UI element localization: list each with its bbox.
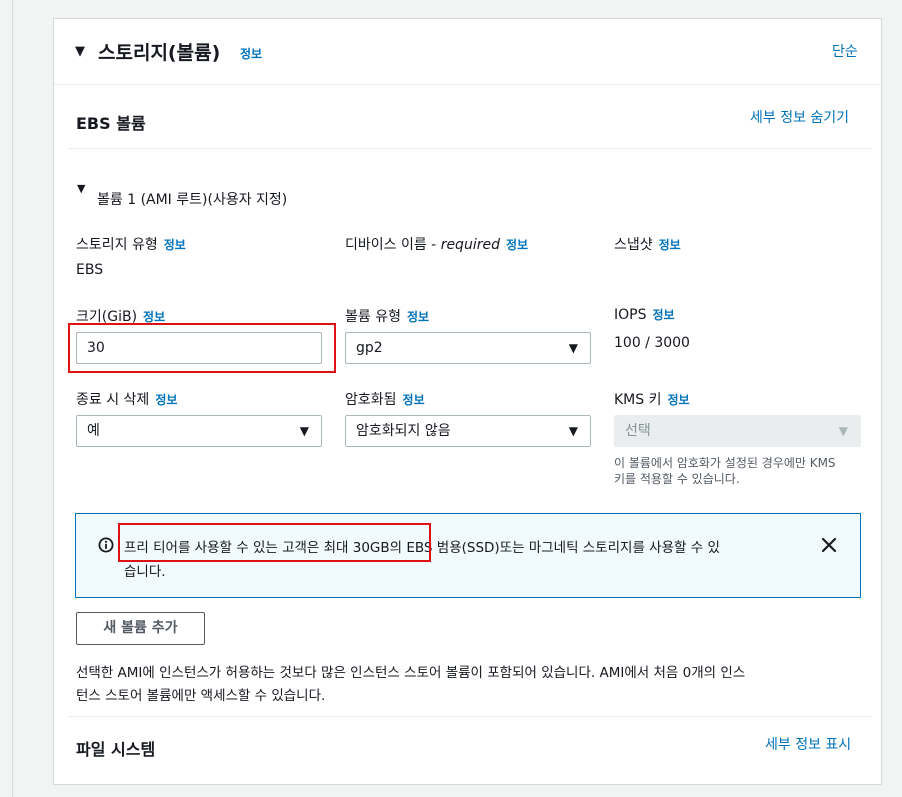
encrypted-label: 암호화됨 정보 (345, 392, 425, 408)
alert-text-line2: 습니다. (124, 564, 166, 580)
kms-key-info-link[interactable]: 정보 (667, 393, 689, 407)
delete-on-termination-label: 종료 시 삭제 정보 (76, 392, 178, 408)
volume-type-select[interactable]: gp2 ▼ (345, 332, 591, 364)
simple-view-link[interactable]: 단순 (832, 41, 858, 61)
storage-type-info-link[interactable]: 정보 (164, 238, 186, 252)
ebs-divider (68, 148, 871, 149)
free-tier-highlight-box (118, 523, 431, 562)
volume-header: 볼륨 1 (AMI 루트)(사용자 지정) (97, 192, 288, 208)
kms-key-select: 선택 ▼ (614, 415, 861, 447)
dropdown-caret-icon: ▼ (568, 341, 578, 355)
dropdown-caret-icon: ▼ (299, 424, 309, 438)
size-info-link[interactable]: 정보 (143, 310, 165, 324)
volume-collapse-icon[interactable]: ▼ (77, 182, 85, 195)
iops-label: IOPS 정보 (614, 307, 675, 323)
volume-type-info-link[interactable]: 정보 (407, 310, 429, 324)
close-icon[interactable] (821, 537, 837, 553)
delete-on-termination-select[interactable]: 예 ▼ (76, 415, 322, 447)
encrypted-info-link[interactable]: 정보 (403, 393, 425, 407)
snapshot-label: 스냅샷 정보 (614, 237, 681, 253)
device-name-label: 디바이스 이름 - required 정보 (345, 237, 529, 253)
hide-details-link[interactable]: 세부 정보 숨기기 (750, 107, 849, 127)
page-frame-border (12, 0, 13, 797)
snapshot-info-link[interactable]: 정보 (659, 238, 681, 252)
volume-type-label: 볼륨 유형 정보 (345, 309, 430, 325)
header-divider (54, 84, 881, 85)
dropdown-caret-icon: ▼ (838, 424, 848, 438)
filesystem-title: 파일 시스템 (76, 740, 156, 759)
size-highlight-box (68, 323, 336, 373)
info-circle-icon (98, 537, 114, 553)
show-details-link[interactable]: 세부 정보 표시 (765, 734, 851, 754)
iops-info-link[interactable]: 정보 (652, 308, 674, 322)
iops-value: 100 / 3000 (614, 335, 690, 351)
storage-type-value: EBS (76, 262, 104, 278)
device-name-info-link[interactable]: 정보 (506, 238, 528, 252)
dropdown-caret-icon: ▼ (568, 424, 578, 438)
kms-help-text-line2: 키를 적용할 수 있습니다. (614, 472, 740, 486)
add-volume-button[interactable]: 새 볼륨 추가 (76, 612, 205, 645)
storage-type-label: 스토리지 유형 정보 (76, 237, 186, 253)
instance-store-note-line1: 선택한 AMI에 인스턴스가 허용하는 것보다 많은 인스턴스 스토어 볼륨이 … (76, 665, 746, 681)
ebs-section-title: EBS 볼륨 (76, 114, 146, 133)
encrypted-select[interactable]: 암호화되지 않음 ▼ (345, 415, 591, 447)
delete-on-termination-info-link[interactable]: 정보 (155, 393, 177, 407)
instance-store-note-line2: 턴스 스토어 볼륨에만 액세스할 수 있습니다. (76, 688, 326, 704)
filesystem-divider (68, 716, 871, 717)
kms-key-label: KMS 키 정보 (614, 392, 690, 408)
collapse-toggle-icon[interactable]: ▼ (75, 44, 85, 59)
kms-help-text-line1: 이 볼륨에서 암호화가 설정된 경우에만 KMS (614, 456, 836, 470)
storage-title: 스토리지(볼륨) (98, 42, 221, 64)
storage-info-link[interactable]: 정보 (240, 45, 262, 62)
